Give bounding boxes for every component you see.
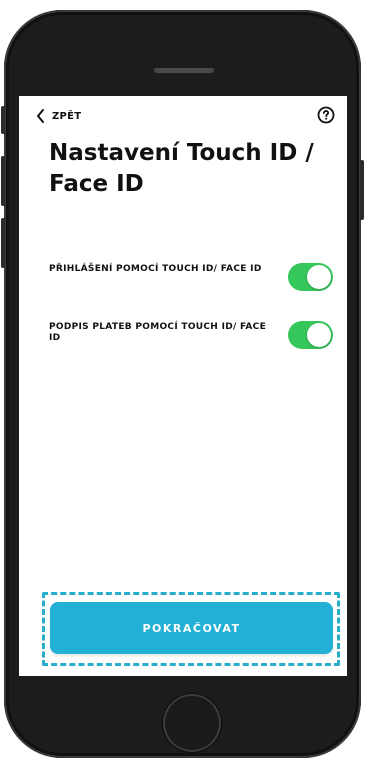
page-title: Nastavení Touch ID / Face ID (49, 140, 314, 197)
home-button[interactable] (163, 694, 221, 752)
setting-payment-signing-biometric: PODPIS PLATEB POMOCÍ TOUCH ID/ FACE ID (49, 320, 337, 354)
volume-up-button (1, 156, 5, 206)
power-button (360, 160, 364, 220)
chevron-left-icon (37, 109, 44, 123)
setting-payment-label: PODPIS PLATEB POMOCÍ TOUCH ID/ FACE ID (49, 322, 267, 343)
earpiece-speaker (154, 68, 214, 73)
toggle-knob (307, 265, 331, 289)
setting-login-label: PŘIHLÁŠENÍ POMOCÍ TOUCH ID/ FACE ID (49, 264, 262, 274)
back-button[interactable]: ZPĚT (35, 108, 81, 124)
top-navigation-bar: ZPĚT (19, 96, 347, 130)
setting-login-biometric: PŘIHLÁŠENÍ POMOCÍ TOUCH ID/ FACE ID (49, 262, 337, 296)
login-biometric-toggle[interactable] (288, 263, 333, 291)
app-screen: ZPĚT Nastavení Touch ID / Face ID PŘIHLÁ… (19, 96, 347, 676)
continue-button[interactable]: POKRAČOVAT (50, 602, 333, 654)
toggle-knob (307, 323, 331, 347)
question-circle-icon[interactable] (317, 106, 335, 124)
back-label: ZPĚT (52, 110, 82, 122)
payment-biometric-toggle[interactable] (288, 321, 333, 349)
volume-down-button (1, 218, 5, 268)
mute-switch (1, 106, 5, 134)
